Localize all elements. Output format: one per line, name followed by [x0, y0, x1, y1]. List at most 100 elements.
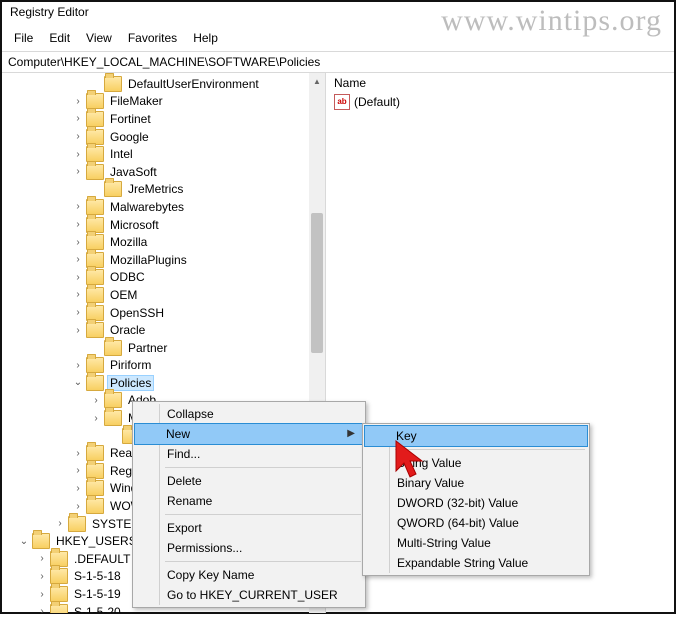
submenu-item-dword-32-bit-value[interactable]: DWORD (32-bit) Value	[365, 493, 587, 513]
context-menu-item-new[interactable]: New▶	[134, 423, 364, 445]
tree-row[interactable]: ›Microsoft	[2, 216, 325, 234]
chevron-right-icon[interactable]: ›	[72, 307, 84, 318]
tree-row[interactable]: DefaultUserEnvironment	[2, 75, 325, 93]
chevron-down-icon[interactable]: ⌄	[18, 536, 30, 547]
folder-icon	[68, 516, 86, 532]
folder-icon	[86, 375, 104, 391]
menu-item-file[interactable]: File	[6, 29, 41, 47]
context-menu-item-permissions[interactable]: Permissions...	[135, 538, 363, 558]
chevron-right-icon[interactable]: ›	[36, 553, 48, 564]
folder-icon	[86, 357, 104, 373]
chevron-right-icon[interactable]: ›	[36, 589, 48, 600]
tree-row[interactable]: Partner	[2, 339, 325, 357]
tree-row[interactable]: ›Piriform	[2, 357, 325, 375]
chevron-right-icon[interactable]: ›	[90, 413, 102, 424]
menu-item-favorites[interactable]: Favorites	[120, 29, 185, 47]
tree-item-label: JavaSoft	[108, 165, 159, 179]
context-menu-separator	[165, 467, 361, 468]
chevron-down-icon[interactable]: ⌄	[72, 377, 84, 388]
chevron-right-icon[interactable]: ›	[72, 325, 84, 336]
tree-row[interactable]: › ODBC	[2, 269, 325, 287]
tree-row[interactable]: ⌄Policies	[2, 374, 325, 392]
folder-icon	[86, 164, 104, 180]
scroll-up-button[interactable]: ▲	[309, 73, 325, 89]
tree-row[interactable]: › Intel	[2, 145, 325, 163]
context-menu-item-go-to-hkey-current-user[interactable]: Go to HKEY_CURRENT_USER	[135, 585, 363, 605]
menu-bar: FileEditViewFavoritesHelp	[2, 27, 674, 52]
context-menu-item-rename[interactable]: Rename	[135, 491, 363, 511]
menu-item-edit[interactable]: Edit	[41, 29, 78, 47]
string-value-icon: ab	[334, 94, 350, 110]
folder-icon	[104, 181, 122, 197]
chevron-right-icon[interactable]: ›	[90, 395, 102, 406]
context-menu-item-find[interactable]: Find...	[135, 444, 363, 464]
chevron-right-icon[interactable]: ›	[72, 448, 84, 459]
chevron-right-icon[interactable]: ›	[36, 571, 48, 582]
chevron-right-icon[interactable]: ›	[72, 254, 84, 265]
submenu-arrow-icon: ▶	[347, 428, 355, 439]
submenu-item-qword-64-bit-value[interactable]: QWORD (64-bit) Value	[365, 513, 587, 533]
folder-icon	[86, 217, 104, 233]
address-bar[interactable]: Computer\HKEY_LOCAL_MACHINE\SOFTWARE\Pol…	[2, 52, 674, 73]
tree-row[interactable]: › MozillaPlugins	[2, 251, 325, 269]
chevron-right-icon[interactable]: ›	[72, 272, 84, 283]
chevron-right-icon[interactable]: ›	[72, 113, 84, 124]
menu-item-view[interactable]: View	[78, 29, 120, 47]
chevron-right-icon[interactable]: ›	[72, 360, 84, 371]
tree-row[interactable]: › JavaSoft	[2, 163, 325, 181]
context-menu-item-copy-key-name[interactable]: Copy Key Name	[135, 565, 363, 585]
chevron-right-icon[interactable]: ›	[72, 166, 84, 177]
tree-row[interactable]: › Oracle	[2, 321, 325, 339]
chevron-right-icon[interactable]: ›	[72, 483, 84, 494]
tree-row[interactable]: › Mozilla	[2, 233, 325, 251]
value-column-header[interactable]: Name	[326, 73, 674, 93]
value-name: (Default)	[354, 95, 400, 109]
submenu-item-expandable-string-value[interactable]: Expandable String Value	[365, 553, 587, 573]
chevron-right-icon[interactable]: ›	[72, 131, 84, 142]
folder-icon	[86, 146, 104, 162]
folder-icon	[50, 551, 68, 567]
submenu-item-key[interactable]: Key	[364, 425, 588, 447]
chevron-right-icon[interactable]: ›	[54, 518, 66, 529]
value-row-default[interactable]: ab (Default)	[326, 93, 674, 111]
tree-item-label: OpenSSH	[108, 306, 166, 320]
context-menu-item-delete[interactable]: Delete	[135, 471, 363, 491]
folder-icon	[86, 199, 104, 215]
folder-icon	[86, 93, 104, 109]
chevron-right-icon[interactable]: ›	[72, 501, 84, 512]
tree-row[interactable]: ›OEM	[2, 286, 325, 304]
tree-item-label: Oracle	[108, 323, 147, 337]
tree-item-label: Intel	[108, 147, 135, 161]
tree-row[interactable]: JreMetrics	[2, 181, 325, 199]
context-menu-item-export[interactable]: Export	[135, 518, 363, 538]
tree-row[interactable]: › Fortinet	[2, 110, 325, 128]
chevron-right-icon[interactable]: ›	[72, 149, 84, 160]
chevron-right-icon[interactable]: ›	[72, 219, 84, 230]
chevron-right-icon[interactable]: ›	[72, 201, 84, 212]
tree-item-label: Fortinet	[108, 112, 153, 126]
chevron-right-icon[interactable]: ›	[72, 289, 84, 300]
tree-item-label: ODBC	[108, 270, 147, 284]
tree-row[interactable]: ›Malwarebytes	[2, 198, 325, 216]
folder-icon	[86, 234, 104, 250]
tree-row[interactable]: ›FileMaker	[2, 93, 325, 111]
folder-icon	[86, 287, 104, 303]
tree-row[interactable]: › Google	[2, 128, 325, 146]
chevron-right-icon[interactable]: ›	[36, 606, 48, 613]
tree-item-label: Google	[108, 130, 151, 144]
chevron-right-icon[interactable]: ›	[72, 96, 84, 107]
folder-icon	[86, 111, 104, 127]
tree-row[interactable]: › OpenSSH	[2, 304, 325, 322]
submenu-item-binary-value[interactable]: Binary Value	[365, 473, 587, 493]
scroll-thumb[interactable]	[311, 213, 323, 353]
folder-icon	[104, 340, 122, 356]
chevron-right-icon[interactable]: ›	[72, 237, 84, 248]
tree-item-label: Mozilla	[108, 235, 149, 249]
tree-item-label: MozillaPlugins	[108, 253, 189, 267]
submenu-item-string-value[interactable]: String Value	[365, 453, 587, 473]
tree-item-label: HKEY_USERS	[54, 534, 139, 548]
chevron-right-icon[interactable]: ›	[72, 465, 84, 476]
menu-item-help[interactable]: Help	[185, 29, 226, 47]
context-menu-item-collapse[interactable]: Collapse	[135, 404, 363, 424]
submenu-item-multi-string-value[interactable]: Multi-String Value	[365, 533, 587, 553]
